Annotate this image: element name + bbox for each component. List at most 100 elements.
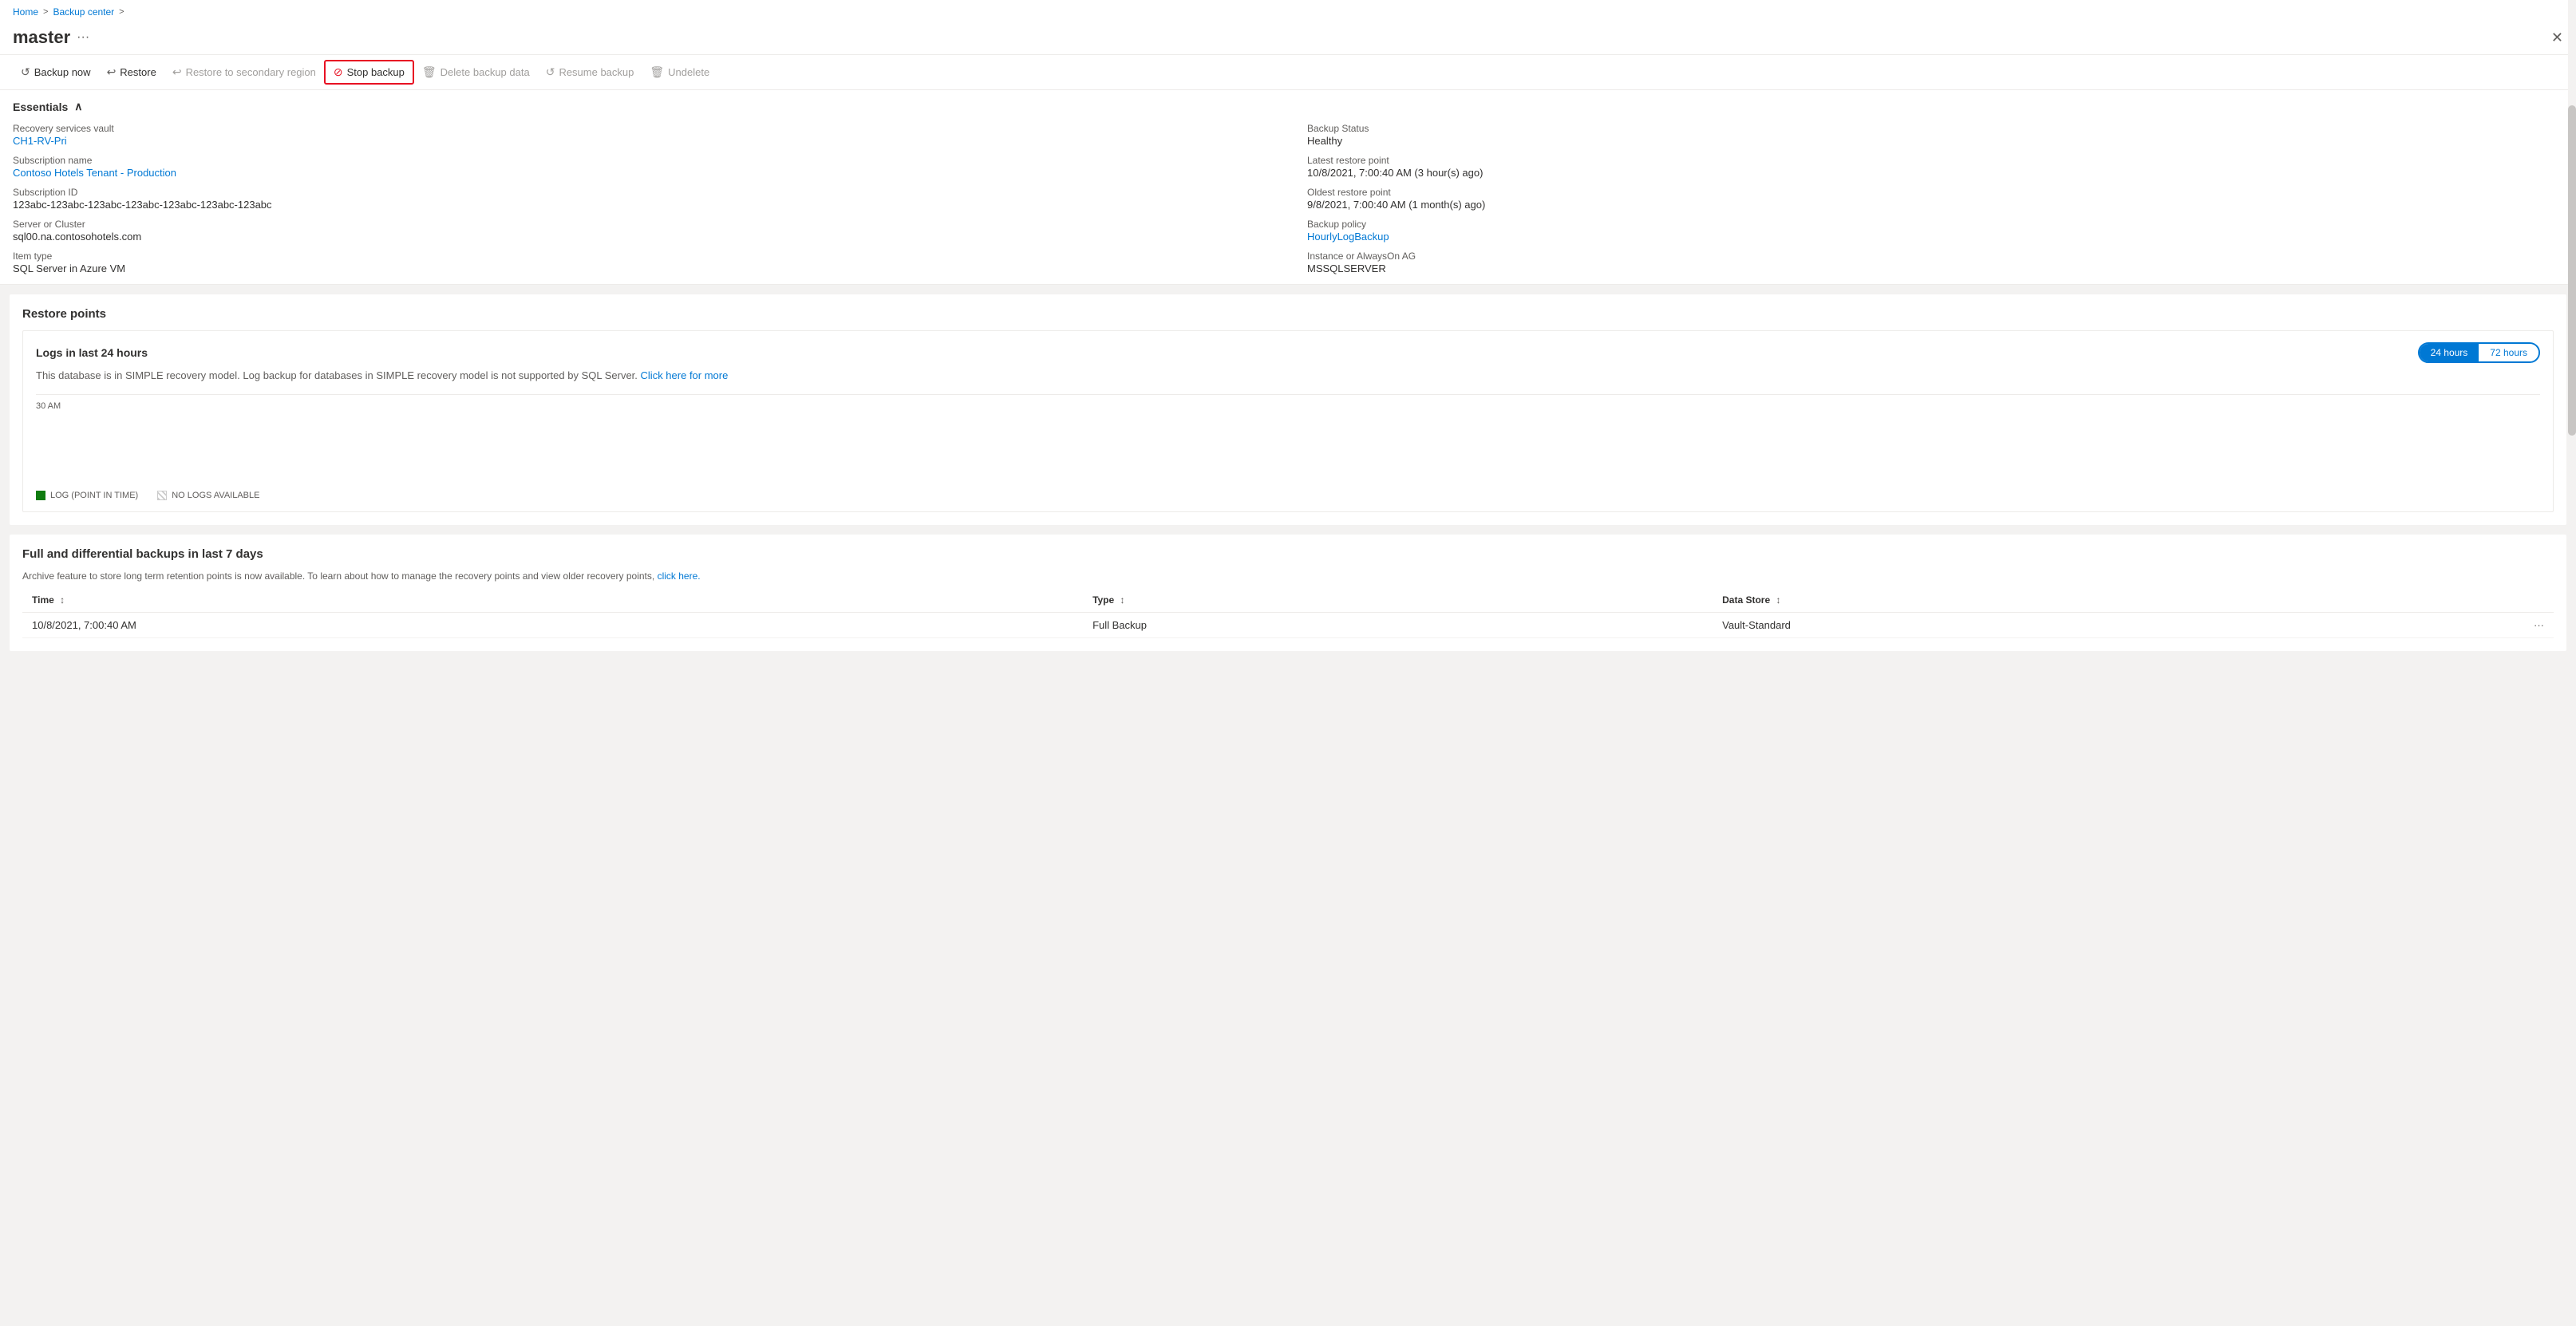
col-type-sort-icon[interactable]: ↕: [1120, 594, 1125, 606]
essentials-left: Recovery services vault CH1-RV-Pri Subsc…: [13, 123, 1288, 274]
logs-header: Logs in last 24 hours 24 hours 72 hours: [36, 342, 2540, 363]
subtitle-text: Archive feature to store long term reten…: [22, 570, 654, 582]
full-backups-section: Full and differential backups in last 7 …: [10, 535, 2566, 651]
close-button[interactable]: ✕: [2551, 30, 2563, 46]
time-24-button[interactable]: 24 hours: [2420, 344, 2479, 361]
delete-backup-label: Delete backup data: [441, 66, 530, 78]
backup-status-value: Healthy: [1307, 135, 2563, 147]
subscription-id-label: Subscription ID: [13, 187, 1288, 198]
resume-backup-icon: ↺: [546, 65, 555, 79]
col-time-header: Time ↕: [22, 588, 1083, 613]
timeline-chart: [36, 417, 2540, 481]
item-type-label: Item type: [13, 251, 1288, 262]
breadcrumb-backup-center[interactable]: Backup center: [53, 6, 114, 18]
item-type-field: Item type SQL Server in Azure VM: [13, 251, 1288, 274]
server-cluster-value: sql00.na.contosohotels.com: [13, 231, 1288, 243]
restore-points-title: Restore points: [22, 307, 2554, 321]
time-toggle: 24 hours 72 hours: [2418, 342, 2540, 363]
subscription-id-field: Subscription ID 123abc-123abc-123abc-123…: [13, 187, 1288, 211]
restore-secondary-label: Restore to secondary region: [186, 66, 316, 78]
undelete-icon: 🗑: [650, 65, 664, 79]
essentials-grid: Recovery services vault CH1-RV-Pri Subsc…: [13, 123, 2563, 274]
oldest-restore-field: Oldest restore point 9/8/2021, 7:00:40 A…: [1307, 187, 2563, 211]
backup-table-header: Time ↕ Type ↕ Data Store ↕: [22, 588, 2554, 613]
essentials-collapse-icon: ∧: [74, 100, 82, 113]
logs-title: Logs in last 24 hours: [36, 346, 148, 359]
legend: LOG (POINT IN TIME) NO LOGS AVAILABLE: [36, 491, 2540, 500]
col-time-sort-icon[interactable]: ↕: [60, 594, 65, 606]
backup-policy-link[interactable]: HourlyLogBackup: [1307, 231, 1389, 243]
breadcrumb-home[interactable]: Home: [13, 6, 38, 18]
col-datastore-sort-icon[interactable]: ↕: [1776, 594, 1781, 606]
recovery-vault-link[interactable]: CH1-RV-Pri: [13, 135, 67, 147]
oldest-restore-label: Oldest restore point: [1307, 187, 2563, 198]
click-here-link[interactable]: click here.: [658, 570, 701, 582]
time-72-button[interactable]: 72 hours: [2479, 344, 2538, 361]
delete-backup-data-button[interactable]: 🗑 Delete backup data: [414, 61, 538, 83]
restore-icon: ↩: [107, 65, 117, 79]
full-backups-subtitle: Archive feature to store long term reten…: [22, 570, 2554, 582]
backup-status-field: Backup Status Healthy: [1307, 123, 2563, 147]
logs-more-link[interactable]: Click here for more: [641, 369, 729, 381]
table-row: 10/8/2021, 7:00:40 AM Full Backup Vault-…: [22, 613, 2554, 638]
row1-datastore: Vault-Standard ···: [1713, 613, 2554, 638]
row1-more-icon[interactable]: ···: [2534, 619, 2544, 631]
backup-table-body: 10/8/2021, 7:00:40 AM Full Backup Vault-…: [22, 613, 2554, 638]
restore-points-section: Restore points Logs in last 24 hours 24 …: [10, 294, 2566, 525]
stop-backup-button[interactable]: ⊘ Stop backup: [324, 60, 414, 85]
row1-datastore-value: Vault-Standard: [1722, 619, 1791, 631]
restore-secondary-icon: ↩: [172, 65, 182, 79]
essentials-header[interactable]: Essentials ∧: [13, 100, 2563, 113]
subscription-name-field: Subscription name Contoso Hotels Tenant …: [13, 155, 1288, 179]
restore-label: Restore: [120, 66, 156, 78]
legend-log-item: LOG (POINT IN TIME): [36, 491, 138, 500]
more-menu-icon[interactable]: ···: [77, 30, 89, 45]
scroll-rail: [2568, 0, 2576, 1320]
legend-log-label: LOG (POINT IN TIME): [50, 491, 138, 500]
breadcrumb: Home > Backup center >: [0, 0, 2576, 24]
backup-now-button[interactable]: ↺ Backup now: [13, 61, 99, 83]
latest-restore-value: 10/8/2021, 7:00:40 AM (3 hour(s) ago): [1307, 167, 2563, 179]
subscription-name-value: Contoso Hotels Tenant - Production: [13, 167, 1288, 179]
resume-backup-button[interactable]: ↺ Resume backup: [538, 61, 642, 83]
server-cluster-label: Server or Cluster: [13, 219, 1288, 230]
backup-policy-value: HourlyLogBackup: [1307, 231, 2563, 243]
instance-field: Instance or AlwaysOn AG MSSQLSERVER: [1307, 251, 2563, 274]
recovery-vault-value: CH1-RV-Pri: [13, 135, 1288, 147]
restore-secondary-button[interactable]: ↩ Restore to secondary region: [164, 61, 324, 83]
instance-value: MSSQLSERVER: [1307, 262, 2563, 274]
toolbar: ↺ Backup now ↩ Restore ↩ Restore to seco…: [0, 55, 2576, 90]
logs-message: This database is in SIMPLE recovery mode…: [36, 369, 2540, 381]
backup-status-label: Backup Status: [1307, 123, 2563, 134]
timeline-label: 30 AM: [36, 401, 2540, 411]
logs-message-text: This database is in SIMPLE recovery mode…: [36, 369, 638, 381]
recovery-vault-label: Recovery services vault: [13, 123, 1288, 134]
server-cluster-field: Server or Cluster sql00.na.contosohotels…: [13, 219, 1288, 243]
undelete-button[interactable]: 🗑 Undelete: [642, 61, 717, 83]
breadcrumb-sep1: >: [43, 7, 48, 17]
instance-label: Instance or AlwaysOn AG: [1307, 251, 2563, 262]
breadcrumb-sep2: >: [119, 7, 124, 17]
legend-log-icon: [36, 491, 45, 500]
undelete-label: Undelete: [668, 66, 709, 78]
restore-button[interactable]: ↩ Restore: [99, 61, 164, 83]
stop-backup-label: Stop backup: [347, 66, 405, 78]
backup-now-icon: ↺: [21, 65, 30, 79]
latest-restore-field: Latest restore point 10/8/2021, 7:00:40 …: [1307, 155, 2563, 179]
logs-panel: Logs in last 24 hours 24 hours 72 hours …: [22, 330, 2554, 512]
col-type-header: Type ↕: [1083, 588, 1713, 613]
delete-backup-icon: 🗑: [422, 65, 437, 79]
col-datastore-label: Data Store: [1722, 594, 1770, 606]
legend-no-logs-label: NO LOGS AVAILABLE: [172, 491, 259, 500]
backup-policy-label: Backup policy: [1307, 219, 2563, 230]
scroll-thumb[interactable]: [2568, 105, 2576, 436]
col-time-label: Time: [32, 594, 54, 606]
content-area: Essentials ∧ Recovery services vault CH1…: [0, 90, 2576, 1320]
subscription-id-value: 123abc-123abc-123abc-123abc-123abc-123ab…: [13, 199, 1288, 211]
subscription-name-link[interactable]: Contoso Hotels Tenant - Production: [13, 167, 176, 179]
essentials-right: Backup Status Healthy Latest restore poi…: [1288, 123, 2563, 274]
full-backups-title: Full and differential backups in last 7 …: [22, 547, 2554, 561]
recovery-vault-field: Recovery services vault CH1-RV-Pri: [13, 123, 1288, 147]
col-type-label: Type: [1092, 594, 1114, 606]
row1-type: Full Backup: [1083, 613, 1713, 638]
